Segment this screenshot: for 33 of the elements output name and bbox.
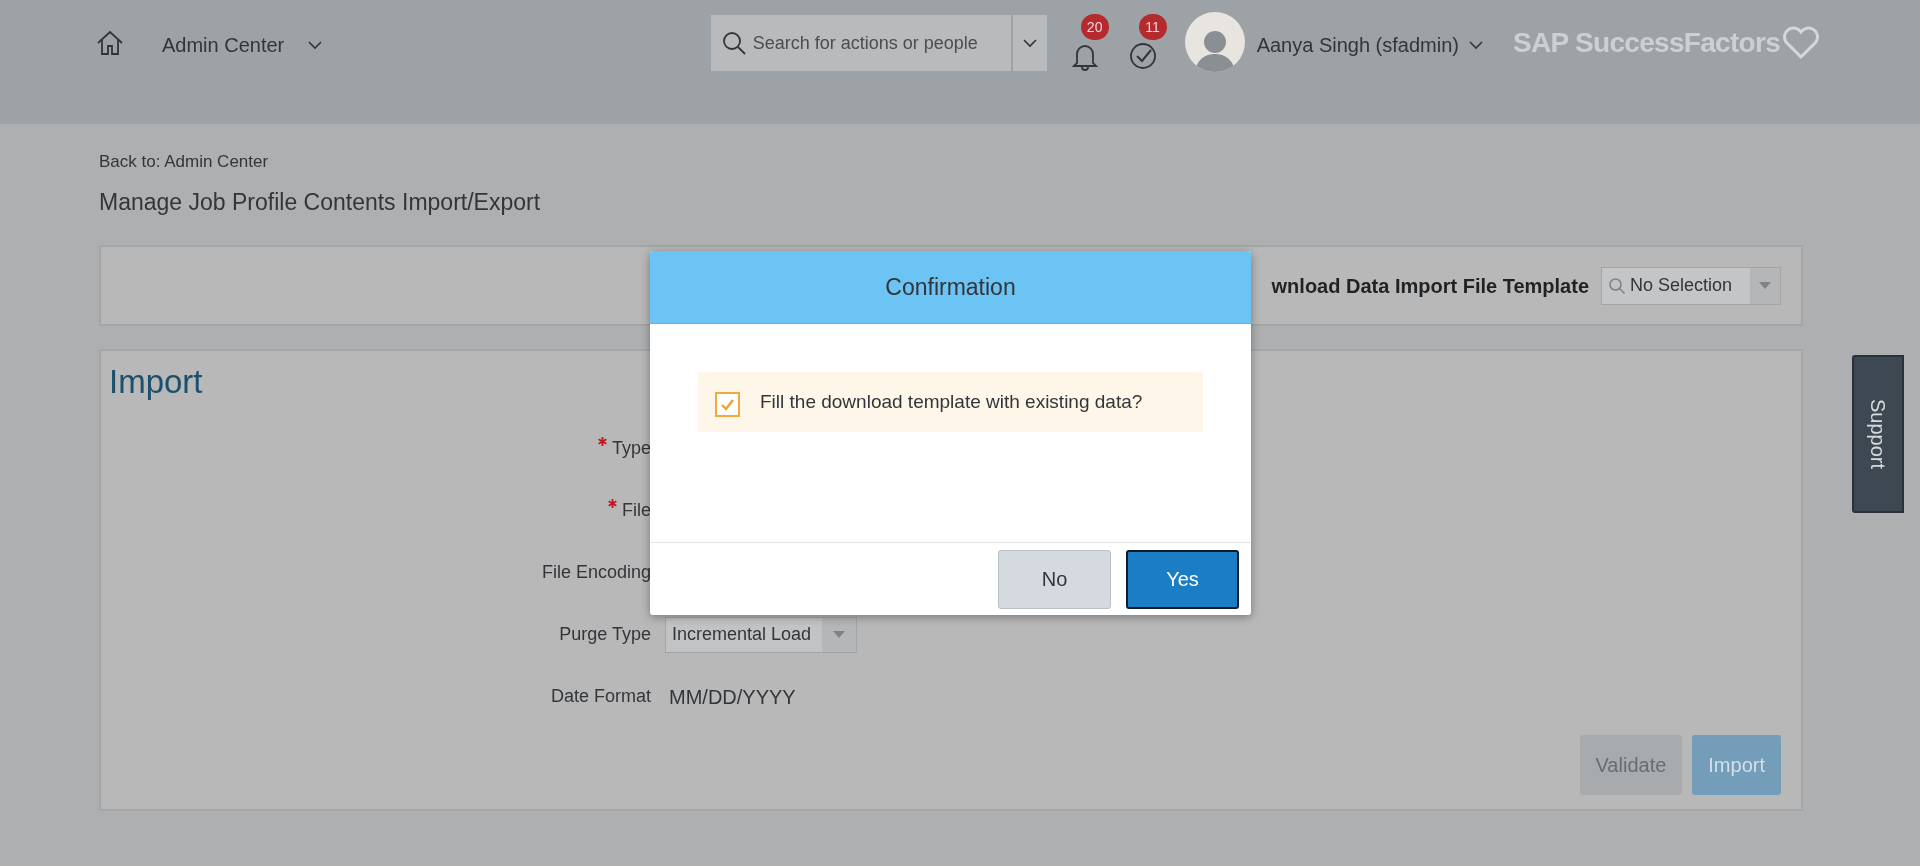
field-label: Purge Type [559, 623, 651, 646]
import-title: Import [109, 362, 203, 402]
no-button[interactable]: No [998, 549, 1111, 609]
field-value: MM/DD/YYYY [669, 684, 796, 710]
purge-type-select[interactable]: Incremental Load [665, 616, 857, 653]
caret-icon [822, 617, 856, 652]
search-icon [1608, 276, 1626, 295]
count-badge: 11 [1138, 14, 1167, 40]
chevron-down-icon [1468, 40, 1483, 50]
home-icon[interactable] [96, 30, 124, 56]
checkbox[interactable] [715, 391, 740, 417]
yes-button[interactable]: Yes [1126, 549, 1239, 609]
user-menu[interactable]: Aanya Singh (sfadmin) [1256, 30, 1483, 60]
heart-icon [1782, 26, 1820, 60]
search-icon [720, 30, 747, 56]
checkmark-icon [720, 397, 735, 411]
option-label: Fill the download template with existing data? [760, 389, 1143, 414]
template-select[interactable]: No Selection [1601, 266, 1781, 305]
dialog-title: Confirmation [885, 272, 1016, 302]
field-label: Type [611, 437, 651, 460]
chevron-down-icon [308, 40, 323, 50]
support-tab[interactable]: Support [1852, 355, 1904, 513]
field-label: File Encoding [541, 561, 651, 584]
count-badge: 20 [1080, 14, 1109, 40]
back-link[interactable]: Back to: Admin Center [99, 149, 269, 175]
caret-icon [1750, 267, 1780, 304]
template-label: wnload Data Import File Template [1271, 273, 1589, 299]
module-menu[interactable]: Admin Center [162, 30, 323, 60]
field-label: Date Format [550, 685, 651, 708]
page-title: Manage Job Profile Contents Import/Export [99, 187, 541, 217]
chevron-down-icon [1022, 38, 1037, 48]
field-label: File [622, 499, 651, 522]
search-field[interactable]: Search for actions or people [710, 15, 1011, 71]
